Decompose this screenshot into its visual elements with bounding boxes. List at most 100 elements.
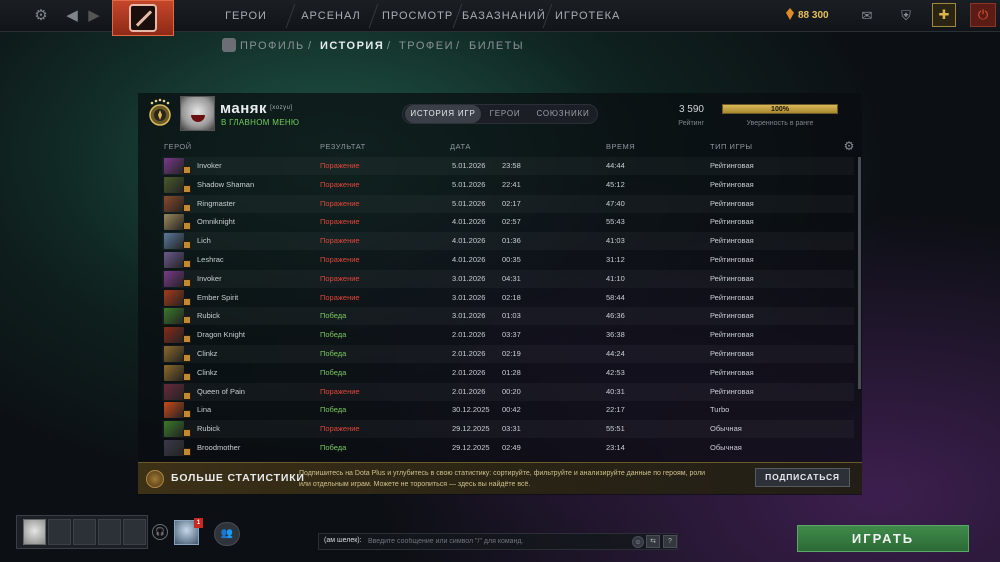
match-date: 2.01.2026 (452, 367, 486, 377)
subnav-tickets[interactable]: БИЛЕТЫ (469, 38, 524, 54)
table-row[interactable]: Clinkz Победа 2.01.2026 02:19 44:24 Рейтингов… (162, 345, 854, 363)
match-date: 30.12.2025 (452, 405, 490, 415)
rank-confidence-label: Уверенность в ранге (746, 120, 814, 127)
col-hero[interactable]: ГЕРОЙ (164, 142, 192, 151)
role-icon (183, 241, 191, 250)
match-date: 5.01.2026 (452, 198, 486, 208)
col-game-type[interactable]: ТИП ИГРЫ (710, 142, 753, 151)
nav-game-library[interactable]: ИГРОТЕКА (555, 0, 619, 32)
hero-portrait (164, 233, 184, 250)
subnav-separator: / (308, 40, 313, 52)
match-date: 3.01.2026 (452, 311, 486, 321)
match-duration: 41:03 (606, 236, 625, 246)
hero-name: Invoker (197, 161, 222, 170)
party-self-avatar[interactable] (23, 519, 46, 545)
party-slot-empty[interactable] (48, 519, 71, 545)
table-row[interactable]: Ringmaster Поражение 5.01.2026 02:17 47:40 Ре… (162, 195, 854, 213)
match-duration: 47:40 (606, 198, 625, 208)
emoji-icon[interactable]: ☺ (632, 536, 644, 548)
match-result: Поражение (320, 179, 360, 189)
table-row[interactable]: Dragon Knight Победа 2.01.2026 03:37 36:38 Ре… (162, 326, 854, 344)
match-date: 5.01.2026 (452, 161, 486, 170)
hero-name: Clinkz (197, 367, 218, 377)
table-row[interactable]: Omniknight Поражение 4.01.2026 02:57 55:43 Ре… (162, 213, 854, 231)
power-icon[interactable]: ⏻ (970, 3, 996, 27)
table-row[interactable]: Broodmother Победа 29.12.2025 02:49 23:14 Обы… (162, 439, 854, 457)
game-type: Рейтинговая (710, 311, 754, 321)
dota-logo[interactable] (112, 0, 174, 36)
match-date: 3.01.2026 (452, 273, 486, 283)
table-row[interactable]: Invoker Поражение 5.01.2026 23:58 44:44 Рейти… (162, 157, 854, 175)
table-row[interactable]: Queen of Pain Поражение 2.01.2026 00:20 40:3… (162, 383, 854, 401)
match-time: 22:41 (502, 179, 521, 189)
chat-help-button[interactable]: ? (663, 535, 677, 548)
mail-icon[interactable]: ✉ (856, 6, 878, 26)
table-row[interactable]: Shadow Shaman Поражение 5.01.2026 22:41 45:1… (162, 176, 854, 194)
shards-balance[interactable]: 88 300 (786, 8, 829, 21)
party-slot-empty[interactable] (123, 519, 146, 545)
table-row[interactable]: Invoker Поражение 3.01.2026 04:31 41:10 Рейти… (162, 270, 854, 288)
tab-allies[interactable]: СОЮЗНИКИ (529, 105, 597, 123)
inventory-icon[interactable]: ⛨ (895, 6, 917, 26)
chat-settings-icon[interactable]: ⇆ (646, 535, 660, 548)
subnav-trophies[interactable]: ТРОФЕИ (399, 38, 454, 54)
match-list-scrollbar[interactable] (858, 157, 861, 389)
back-icon[interactable]: ◀ (62, 6, 82, 26)
table-row[interactable]: Rubick Поражение 29.12.2025 03:31 55:51 Обычн… (162, 420, 854, 438)
match-time: 02:17 (502, 198, 521, 208)
game-type: Рейтинговая (710, 349, 754, 358)
table-settings-icon[interactable]: ⚙ (842, 139, 856, 153)
table-row[interactable]: Rubick Победа 3.01.2026 01:03 46:36 Рейтингов… (162, 307, 854, 325)
subnav-history[interactable]: ИСТОРИЯ (320, 38, 384, 54)
hero-name: Omniknight (197, 217, 235, 227)
friends-icon[interactable]: 👥 (214, 522, 240, 546)
table-row[interactable]: Lina Победа 30.12.2025 00:42 22:17 Turbo (162, 401, 854, 419)
table-row[interactable]: Lich Поражение 4.01.2026 01:36 41:03 Рейтинго… (162, 232, 854, 250)
subnav-profile[interactable]: ПРОФИЛЬ (240, 38, 305, 54)
nav-watch[interactable]: ПРОСМОТР (382, 0, 452, 32)
game-type: Рейтинговая (710, 179, 754, 189)
match-date: 4.01.2026 (452, 255, 486, 264)
voice-chat-icon[interactable]: 🎧 (152, 524, 168, 540)
game-type: Рейтинговая (710, 236, 754, 246)
chat-input[interactable] (368, 535, 628, 547)
col-duration[interactable]: ВРЕМЯ (606, 142, 635, 151)
nav-arsenal[interactable]: АРСЕНАЛ (300, 0, 362, 32)
match-time: 02:18 (502, 292, 521, 302)
match-result: Победа (320, 367, 347, 377)
match-time: 23:58 (502, 161, 521, 170)
match-duration: 55:51 (606, 424, 625, 434)
role-icon (183, 203, 191, 212)
profile-name: маняк [xozyu] (220, 100, 293, 117)
nav-knowledge-base[interactable]: БАЗАЗНАНИЙ (462, 0, 545, 32)
dota-plus-icon[interactable]: ✚ (932, 3, 956, 27)
nav-heroes[interactable]: ГЕРОИ (218, 0, 274, 32)
forward-icon[interactable]: ▶ (84, 6, 104, 26)
settings-icon[interactable]: ⚙ (31, 6, 51, 26)
subscribe-button[interactable]: ПОДПИСАТЬСЯ (755, 468, 850, 487)
tab-heroes[interactable]: ГЕРОИ (483, 105, 527, 123)
match-result: Победа (320, 405, 347, 415)
col-date[interactable]: ДАТА (450, 142, 471, 151)
table-row[interactable]: Leshrac Поражение 4.01.2026 00:35 31:12 Рейти… (162, 251, 854, 269)
col-result[interactable]: РЕЗУЛЬТАТ (320, 142, 366, 151)
play-button[interactable]: ИГРАТЬ (797, 525, 969, 552)
rank-confidence-bar: 100% (722, 104, 838, 114)
profile-avatar[interactable] (180, 96, 215, 131)
tab-match-history[interactable]: ИСТОРИЯ ИГР (405, 105, 481, 123)
game-type: Рейтинговая (710, 255, 754, 264)
role-icon (183, 410, 191, 419)
match-duration: 44:24 (606, 349, 625, 358)
rank-confidence-fill: 100% (723, 105, 837, 113)
hero-name: Rubick (197, 311, 220, 321)
party-slot-empty[interactable] (98, 519, 121, 545)
table-row[interactable]: Ember Spirit Поражение 3.01.2026 02:18 58:44… (162, 289, 854, 307)
party-slot-empty[interactable] (73, 519, 96, 545)
table-row[interactable]: Clinkz Победа 2.01.2026 01:28 42:53 Рейтингов… (162, 364, 854, 382)
rating-label: Рейтинг (678, 120, 704, 127)
profile-status: В ГЛАВНОМ МЕНЮ (221, 118, 300, 127)
game-type: Turbo (710, 405, 730, 415)
hero-name: Lina (197, 405, 212, 415)
match-time: 00:35 (502, 255, 521, 264)
hero-name: Queen of Pain (197, 386, 245, 396)
